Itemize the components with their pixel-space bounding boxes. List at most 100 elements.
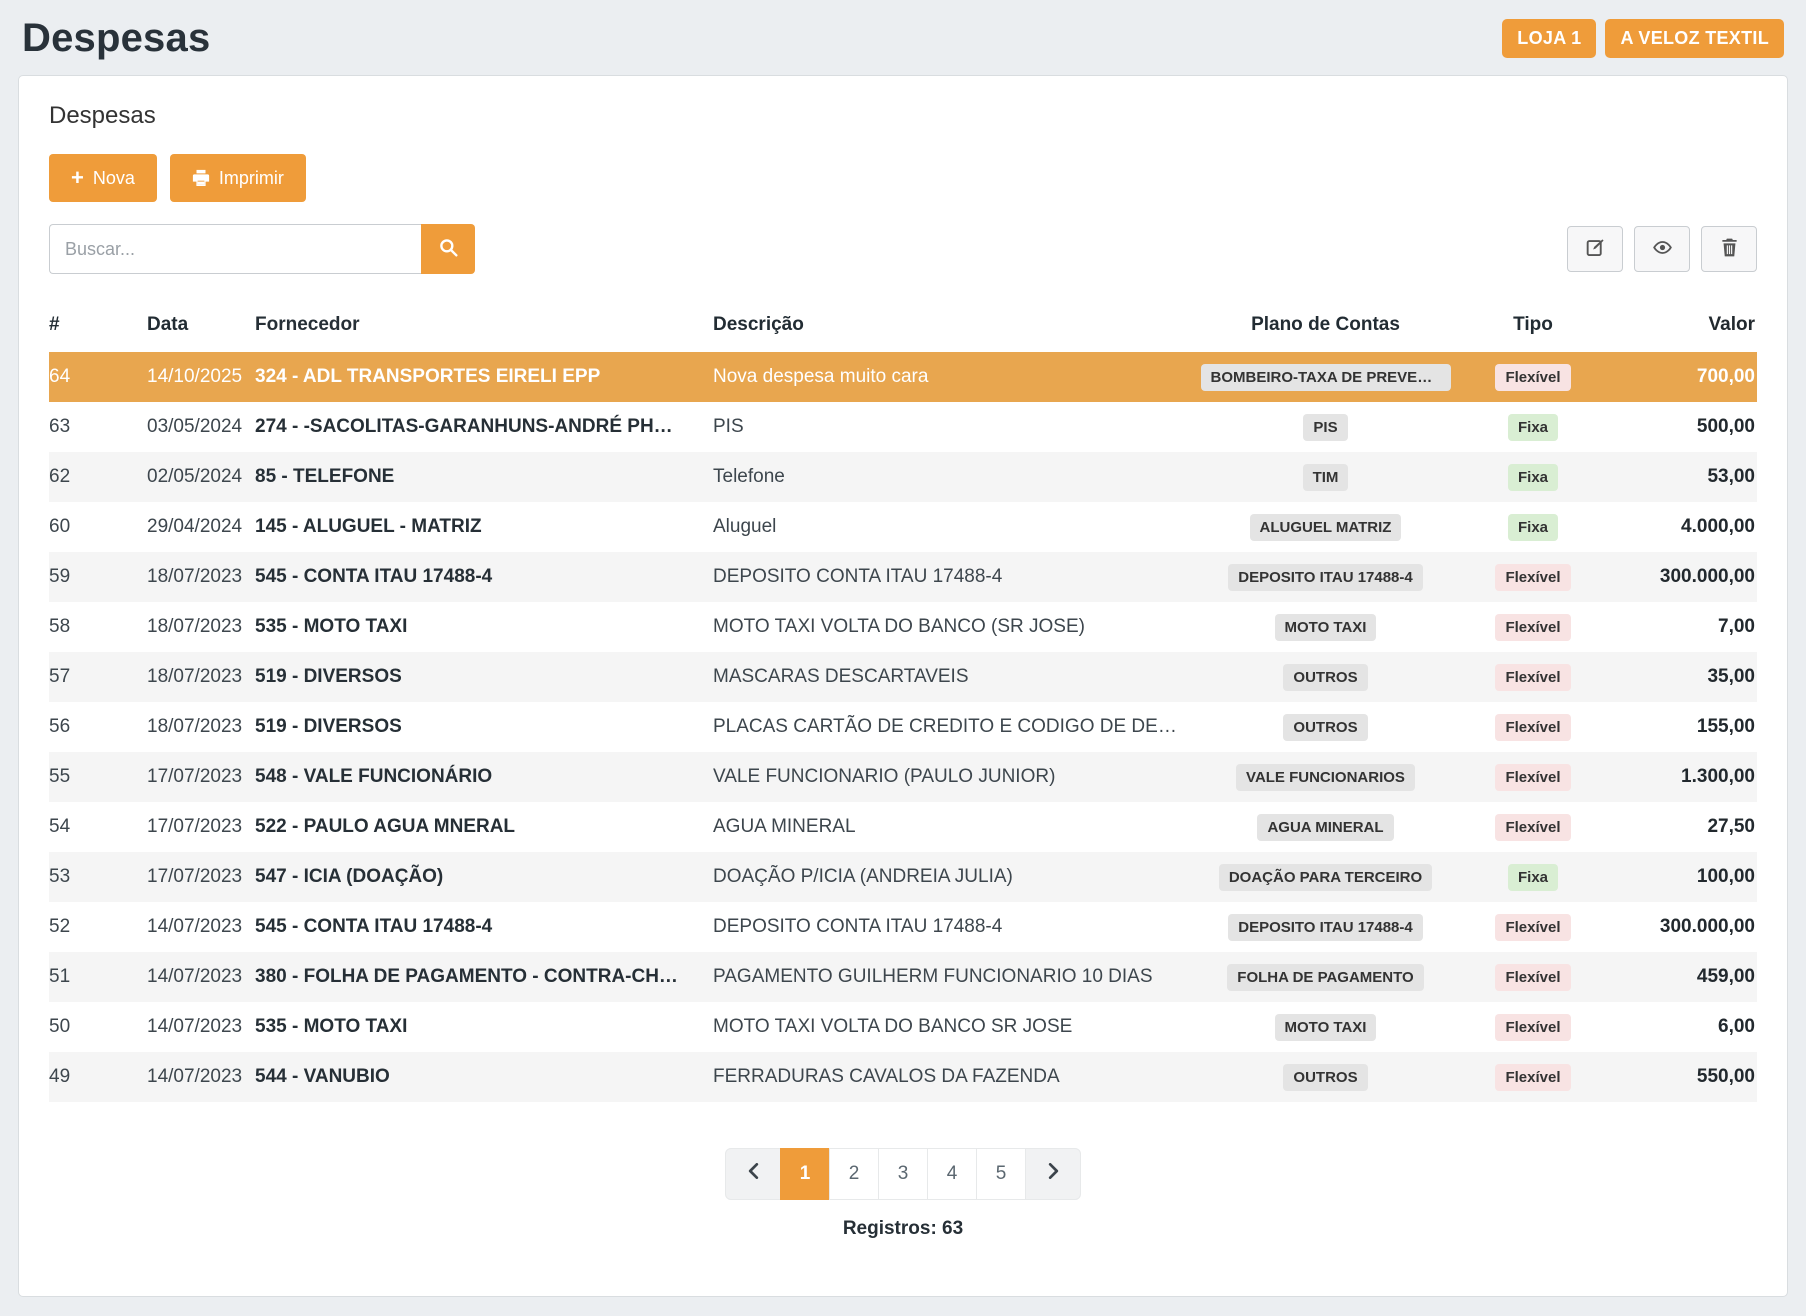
eye-icon — [1652, 238, 1673, 260]
edit-button[interactable] — [1567, 226, 1623, 272]
row-value: 4.000,00 — [1608, 505, 1757, 549]
row-date: 29/04/2024 — [147, 505, 255, 549]
row-supplier: 145 - ALUGUEL - MATRIZ — [255, 505, 713, 549]
table-row[interactable]: 6303/05/2024274 - -SACOLITAS-GARANHUNS-A… — [49, 402, 1757, 452]
row-date: 18/07/2023 — [147, 705, 255, 749]
plan-badge: VALE FUNCIONARIOS — [1236, 764, 1415, 791]
page-title: Despesas — [22, 16, 210, 61]
row-supplier: 545 - CONTA ITAU 17488-4 — [255, 905, 713, 949]
table-row[interactable]: 5214/07/2023545 - CONTA ITAU 17488-4DEPO… — [49, 902, 1757, 952]
plan-badge: AGUA MINERAL — [1257, 814, 1393, 841]
table-row[interactable]: 6202/05/202485 - TELEFONETelefoneTIMFixa… — [49, 452, 1757, 502]
plan-badge: DEPOSITO ITAU 17488-4 — [1228, 564, 1423, 591]
row-supplier: 519 - DIVERSOS — [255, 705, 713, 749]
delete-button[interactable] — [1701, 226, 1757, 272]
row-date: 03/05/2024 — [147, 405, 255, 449]
pagination: 12345 — [725, 1148, 1081, 1200]
plan-badge: BOMBEIRO-TAXA DE PREVEN ... — [1201, 364, 1451, 391]
type-badge: Flexível — [1495, 1064, 1570, 1091]
table-body: 6414/10/2025324 - ADL TRANSPORTES EIRELI… — [49, 352, 1757, 1102]
table-row[interactable]: 5718/07/2023519 - DIVERSOSMASCARAS DESCA… — [49, 652, 1757, 702]
type-badge: Flexível — [1495, 964, 1570, 991]
table-row[interactable]: 6414/10/2025324 - ADL TRANSPORTES EIRELI… — [49, 352, 1757, 402]
row-id: 51 — [49, 955, 147, 999]
type-badge: Flexível — [1495, 1014, 1570, 1041]
row-value: 1.300,00 — [1608, 755, 1757, 799]
plan-badge: FOLHA DE PAGAMENTO — [1227, 964, 1423, 991]
row-description: FERRADURAS CAVALOS DA FAZENDA — [713, 1055, 1193, 1099]
next-page-button[interactable] — [1025, 1148, 1081, 1200]
row-date: 18/07/2023 — [147, 555, 255, 599]
row-supplier: 544 - VANUBIO — [255, 1055, 713, 1099]
type-badge: Fixa — [1508, 864, 1558, 891]
row-value: 700,00 — [1608, 355, 1757, 399]
row-value: 300.000,00 — [1608, 555, 1757, 599]
top-bar: Despesas LOJA 1 A VELOZ TEXTIL — [0, 0, 1806, 75]
table-row[interactable]: 5517/07/2023548 - VALE FUNCIONÁRIOVALE F… — [49, 752, 1757, 802]
page-button-2[interactable]: 2 — [829, 1148, 879, 1200]
row-supplier: 535 - MOTO TAXI — [255, 605, 713, 649]
row-description: DOAÇÃO P/ICIA (ANDREIA JULIA) — [713, 855, 1193, 899]
row-value: 300.000,00 — [1608, 905, 1757, 949]
table-row[interactable]: 5114/07/2023380 - FOLHA DE PAGAMENTO - C… — [49, 952, 1757, 1002]
row-id: 64 — [49, 355, 147, 399]
type-badge: Flexível — [1495, 814, 1570, 841]
type-badge: Flexível — [1495, 764, 1570, 791]
row-supplier: 535 - MOTO TAXI — [255, 1005, 713, 1049]
page-button-1[interactable]: 1 — [780, 1148, 830, 1200]
plus-icon: + — [71, 167, 84, 189]
row-value: 53,00 — [1608, 455, 1757, 499]
row-value: 100,00 — [1608, 855, 1757, 899]
row-value: 27,50 — [1608, 805, 1757, 849]
imprimir-button[interactable]: Imprimir — [170, 154, 306, 202]
search-button[interactable] — [421, 224, 475, 274]
store-badge[interactable]: LOJA 1 — [1502, 19, 1596, 58]
row-date: 18/07/2023 — [147, 605, 255, 649]
row-description: Telefone — [713, 455, 1193, 499]
col-header-desc: Descrição — [713, 304, 1193, 352]
type-badge: Fixa — [1508, 514, 1558, 541]
table-row[interactable]: 5818/07/2023535 - MOTO TAXIMOTO TAXI VOL… — [49, 602, 1757, 652]
col-header-type: Tipo — [1458, 304, 1608, 352]
row-id: 50 — [49, 1005, 147, 1049]
table-row[interactable]: 6029/04/2024145 - ALUGUEL - MATRIZAlugue… — [49, 502, 1757, 552]
row-description: MOTO TAXI VOLTA DO BANCO SR JOSE — [713, 1005, 1193, 1049]
plan-badge: OUTROS — [1283, 664, 1367, 691]
row-value: 7,00 — [1608, 605, 1757, 649]
plan-badge: DOAÇÃO PARA TERCEIRO — [1219, 864, 1432, 891]
type-badge: Flexível — [1495, 714, 1570, 741]
row-supplier: 274 - -SACOLITAS-GARANHUNS-ANDRÉ PH… — [255, 405, 713, 449]
table-row[interactable]: 5014/07/2023535 - MOTO TAXIMOTO TAXI VOL… — [49, 1002, 1757, 1052]
page-button-4[interactable]: 4 — [927, 1148, 977, 1200]
prev-page-button[interactable] — [725, 1148, 781, 1200]
nova-button-label: Nova — [93, 168, 135, 189]
row-id: 57 — [49, 655, 147, 699]
row-id: 52 — [49, 905, 147, 949]
nova-button[interactable]: + Nova — [49, 154, 157, 202]
row-description: Aluguel — [713, 505, 1193, 549]
plan-badge: OUTROS — [1283, 1064, 1367, 1091]
page-button-3[interactable]: 3 — [878, 1148, 928, 1200]
page-button-5[interactable]: 5 — [976, 1148, 1026, 1200]
row-id: 59 — [49, 555, 147, 599]
search-input[interactable] — [49, 224, 421, 274]
row-description: DEPOSITO CONTA ITAU 17488-4 — [713, 555, 1193, 599]
view-button[interactable] — [1634, 226, 1690, 272]
table-row[interactable]: 5417/07/2023522 - PAULO AGUA MNERALAGUA … — [49, 802, 1757, 852]
edit-icon — [1586, 238, 1605, 260]
row-date: 17/07/2023 — [147, 855, 255, 899]
row-date: 02/05/2024 — [147, 455, 255, 499]
row-id: 63 — [49, 405, 147, 449]
table-row[interactable]: 5618/07/2023519 - DIVERSOSPLACAS CARTÃO … — [49, 702, 1757, 752]
table-row[interactable]: 4914/07/2023544 - VANUBIOFERRADURAS CAVA… — [49, 1052, 1757, 1102]
type-badge: Flexível — [1495, 364, 1570, 391]
row-description: PAGAMENTO GUILHERM FUNCIONARIO 10 DIAS — [713, 955, 1193, 999]
search-row — [49, 224, 1757, 274]
company-badge[interactable]: A VELOZ TEXTIL — [1605, 19, 1784, 58]
table-row[interactable]: 5918/07/2023545 - CONTA ITAU 17488-4DEPO… — [49, 552, 1757, 602]
table-header: # Data Fornecedor Descrição Plano de Con… — [49, 304, 1757, 352]
despesas-card: Despesas + Nova Imprimir — [18, 75, 1788, 1297]
imprimir-button-label: Imprimir — [219, 168, 284, 189]
row-value: 500,00 — [1608, 405, 1757, 449]
table-row[interactable]: 5317/07/2023547 - ICIA (DOAÇÃO)DOAÇÃO P/… — [49, 852, 1757, 902]
